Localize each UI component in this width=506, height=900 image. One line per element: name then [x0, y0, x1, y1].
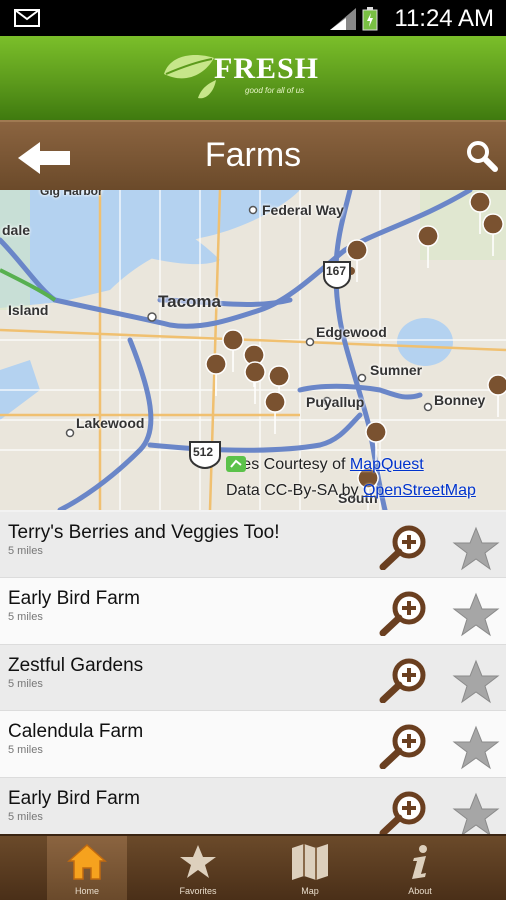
zoom-in-icon[interactable]	[378, 723, 428, 770]
tiles-attribution: Tiles Courtesy of MapQuest	[226, 456, 424, 473]
tab-favorites[interactable]: Favorites	[158, 836, 238, 900]
mapquest-logo-icon	[226, 456, 246, 472]
farm-row[interactable]: Terry's Berries and Veggies Too! 5 miles	[0, 512, 506, 579]
mail-icon	[14, 9, 40, 27]
favorite-star-icon[interactable]	[452, 592, 500, 638]
info-icon	[412, 845, 427, 879]
map-icon	[292, 844, 328, 880]
signal-icon	[330, 8, 356, 30]
status-bar: 11:24 AM	[0, 0, 506, 36]
map-label-sumner: Sumner	[370, 362, 423, 378]
farm-name: Calendula Farm	[8, 721, 144, 743]
map-label-federal-way: Federal Way	[262, 202, 344, 218]
tab-map[interactable]: Map	[270, 836, 350, 900]
highway-512-label: 512	[193, 445, 214, 459]
map-label-puyallup: Puyallup	[306, 394, 365, 410]
tab-about[interactable]: About	[380, 836, 460, 900]
zoom-in-icon[interactable]	[378, 657, 428, 703]
farm-row[interactable]: Zestful Gardens 5 miles	[0, 644, 506, 712]
farm-row[interactable]: Early Bird Farm 5 miles	[0, 777, 506, 834]
favorite-star-icon[interactable]	[452, 725, 500, 771]
zoom-in-icon[interactable]	[378, 790, 428, 834]
data-attribution: Data CC-By-SA by OpenStreetMap	[226, 482, 476, 499]
map-label-tacoma: Tacoma	[158, 292, 221, 311]
farm-list: Terry's Berries and Veggies Too! 5 miles…	[0, 512, 506, 834]
mapquest-link[interactable]: MapQuest	[350, 456, 424, 473]
brand-name: FRESH	[214, 52, 320, 85]
farm-distance: 5 miles	[8, 744, 43, 757]
farm-name: Early Bird Farm	[8, 787, 140, 809]
farm-name: Terry's Berries and Veggies Too!	[8, 522, 280, 543]
tab-about-label: About	[408, 886, 432, 896]
tab-home-label: Home	[74, 886, 99, 896]
map-label-bonney: Bonney	[434, 392, 486, 408]
home-icon	[67, 843, 107, 880]
farm-row[interactable]: Early Bird Farm 5 miles	[0, 578, 506, 645]
farm-map[interactable]: 167 512 Gig Harbor dale Island Federal W…	[0, 190, 506, 510]
bottom-nav: Home Favorites Map About	[0, 834, 506, 900]
status-time: 11:24 AM	[394, 5, 494, 32]
favorite-star-icon[interactable]	[452, 792, 500, 834]
map-label-lakewood: Lakewood	[76, 415, 145, 431]
favorite-star-icon[interactable]	[452, 526, 500, 572]
search-icon[interactable]	[466, 140, 498, 172]
map-label-dale: dale	[2, 222, 31, 238]
openstreetmap-link[interactable]: OpenStreetMap	[363, 482, 476, 499]
battery-icon	[362, 7, 378, 31]
map-label-edgewood: Edgewood	[316, 324, 387, 340]
highway-167-label: 167	[326, 264, 347, 278]
map-label-island: Island	[8, 302, 49, 318]
map-label-gig-harbor: Gig Harbor	[40, 190, 103, 198]
zoom-in-icon[interactable]	[378, 524, 428, 570]
farm-name: Early Bird Farm	[8, 588, 140, 610]
farm-distance: 5 miles	[8, 611, 43, 624]
zoom-in-icon[interactable]	[378, 590, 428, 637]
page-title: Farms	[204, 136, 302, 174]
farm-distance: 5 miles	[8, 545, 43, 557]
brand-header: FRESH good for all of us	[0, 36, 506, 120]
farm-distance: 5 miles	[8, 677, 43, 690]
tab-home[interactable]: Home	[47, 836, 127, 900]
leaf-logo-icon	[164, 55, 216, 99]
title-bar: Farms	[0, 120, 506, 190]
star-icon	[180, 845, 216, 878]
tab-map-label: Map	[301, 886, 319, 896]
farm-row[interactable]: Calendula Farm 5 miles	[0, 711, 506, 778]
favorite-star-icon[interactable]	[452, 659, 500, 705]
tab-favorites-label: Favorites	[179, 886, 217, 896]
farm-name: Zestful Gardens	[8, 654, 144, 676]
brand-tagline: good for all of us	[245, 86, 305, 95]
farm-distance: 5 miles	[8, 810, 43, 823]
